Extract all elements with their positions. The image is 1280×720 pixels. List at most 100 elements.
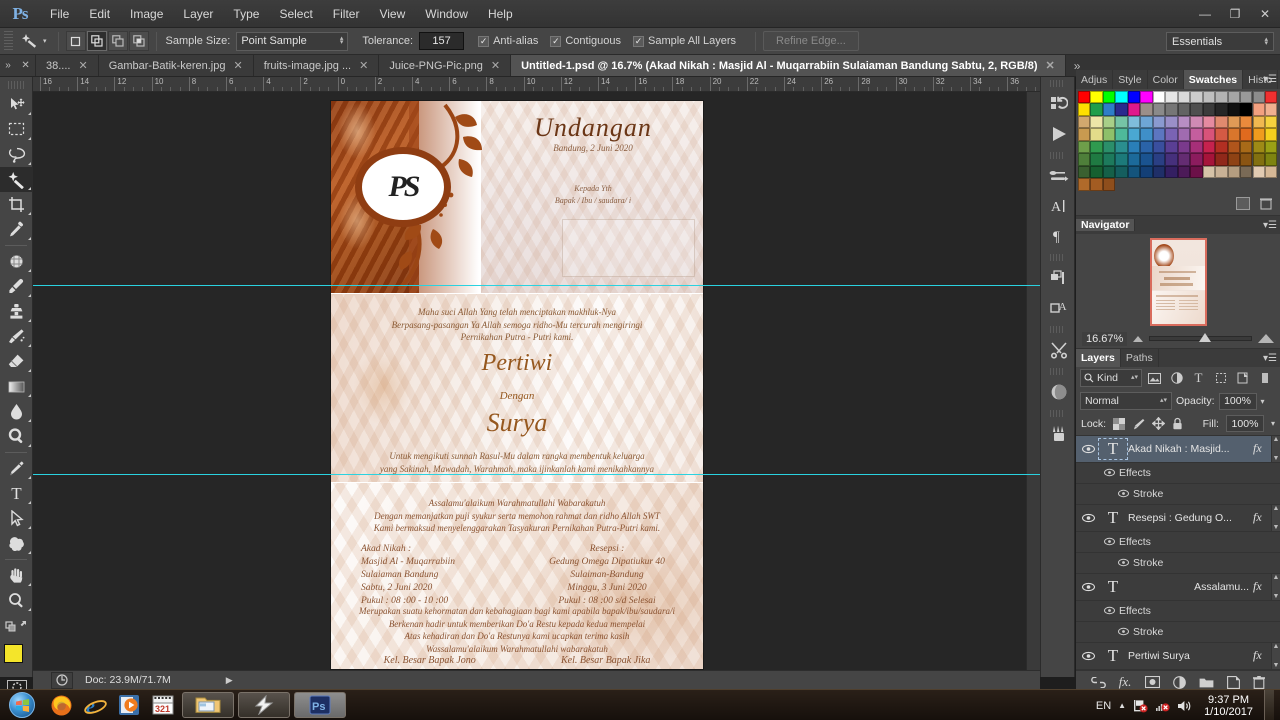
color-swatch[interactable]	[1165, 153, 1178, 166]
navigator-preview[interactable]	[1076, 233, 1280, 330]
layer-name[interactable]: Resepsi : Gedung O...	[1128, 512, 1253, 524]
history-brush-tool[interactable]	[0, 324, 33, 349]
color-swatch[interactable]	[1190, 115, 1203, 129]
close-icon[interactable]: ✕	[1046, 59, 1055, 72]
clone-stamp-tool[interactable]	[0, 299, 33, 324]
add-layer-style-icon[interactable]: fx.	[1119, 674, 1132, 690]
document-tab-0[interactable]: 38.... ✕	[36, 55, 99, 76]
color-swatch[interactable]	[1090, 165, 1103, 179]
color-swatch[interactable]	[1115, 103, 1128, 116]
layer-scroll-indicator[interactable]: ▲ ▼	[1271, 642, 1280, 669]
dock-grip[interactable]	[1050, 152, 1065, 159]
document-tab-2[interactable]: fruits-image.jpg ... ✕	[253, 55, 380, 76]
lasso-tool[interactable]	[0, 142, 33, 167]
color-swatch[interactable]	[1078, 103, 1091, 116]
color-swatch[interactable]	[1190, 153, 1203, 166]
subtract-from-selection-button[interactable]	[107, 31, 128, 51]
color-swatch[interactable]	[1078, 115, 1091, 129]
refine-edge-button[interactable]: Refine Edge...	[763, 31, 859, 51]
color-swatch[interactable]	[1078, 178, 1091, 191]
color-swatch[interactable]	[1227, 140, 1240, 154]
layer-effect-stroke-1[interactable]: Stroke	[1076, 552, 1280, 574]
horizontal-ruler[interactable]: 16 14 12 10 8 6 4 2 0 2 4 6 8 10 12 14 16 18 20 22 24 26 28 30 3…	[33, 77, 1040, 92]
filter-smart-objects-icon[interactable]	[1233, 369, 1252, 387]
color-swatch[interactable]	[1152, 165, 1166, 179]
show-hidden-icons-button[interactable]: ▲	[1118, 701, 1126, 710]
color-swatch[interactable]	[1152, 153, 1166, 166]
move-tool[interactable]	[0, 92, 33, 117]
status-expand-icon[interactable]: ▶	[226, 675, 233, 686]
color-swatch[interactable]	[1252, 153, 1265, 166]
color-swatch[interactable]	[1190, 165, 1203, 179]
fill-input[interactable]: 100%	[1225, 415, 1264, 433]
contiguous-checkbox[interactable]: ✓ Contiguous	[550, 35, 621, 47]
color-swatch[interactable]	[1078, 140, 1091, 154]
speaker-icon[interactable]	[1177, 699, 1193, 713]
layer-visibility-icon[interactable]	[1079, 582, 1098, 592]
layer-row-1[interactable]: T Resepsi : Gedung O... fx ▲ ▼	[1076, 504, 1280, 532]
color-swatch[interactable]	[1240, 140, 1253, 154]
color-swatch[interactable]	[1102, 178, 1116, 191]
layer-visibility-icon[interactable]	[1079, 513, 1098, 523]
color-swatch[interactable]	[1240, 103, 1253, 116]
color-swatch[interactable]	[1265, 103, 1278, 116]
color-swatch[interactable]	[1177, 165, 1191, 179]
color-swatch[interactable]	[1215, 128, 1228, 141]
color-swatch[interactable]	[1202, 140, 1216, 154]
delete-swatch-icon[interactable]	[1260, 197, 1272, 210]
panel-menu-icon[interactable]: ▾☰	[1263, 74, 1277, 85]
color-swatch[interactable]	[1177, 153, 1191, 166]
layer-comps-icon[interactable]	[1041, 263, 1076, 293]
menu-layer[interactable]: Layer	[173, 0, 223, 28]
close-icon[interactable]: ✕	[78, 59, 87, 72]
brush-presets-icon[interactable]	[1041, 161, 1076, 191]
navigator-zoom-value[interactable]: 16.67%	[1082, 331, 1128, 346]
expand-icon[interactable]: »	[5, 60, 11, 71]
menu-window[interactable]: Window	[415, 0, 478, 28]
new-adjustment-layer-icon[interactable]	[1172, 675, 1186, 689]
tab-color[interactable]: Color	[1147, 70, 1184, 89]
layer-effects-badge[interactable]: fx	[1253, 648, 1271, 663]
actions-play-icon[interactable]	[1041, 119, 1076, 149]
tool-preset-arrow-icon[interactable]: ▾	[43, 37, 47, 45]
custom-shape-tool[interactable]	[0, 531, 33, 556]
color-swatch[interactable]	[1202, 103, 1216, 116]
layer-name[interactable]: Akad Nikah : Masjid...	[1128, 443, 1253, 455]
zoom-tool[interactable]	[0, 588, 33, 613]
color-swatch[interactable]	[1265, 128, 1278, 141]
menu-filter[interactable]: Filter	[323, 0, 370, 28]
color-swatch[interactable]	[1140, 153, 1153, 166]
color-swatch[interactable]	[1152, 91, 1166, 104]
color-swatch[interactable]	[1202, 165, 1216, 179]
internet-explorer-icon[interactable]: e	[78, 690, 112, 720]
tolerance-input[interactable]: 157	[419, 32, 465, 50]
minimize-button[interactable]: —	[1190, 0, 1220, 28]
color-swatch[interactable]	[1252, 140, 1265, 154]
layer-effects-badge[interactable]: fx	[1253, 441, 1271, 456]
media-player-icon[interactable]	[112, 690, 146, 720]
color-swatch[interactable]	[1190, 140, 1203, 154]
invitation-document[interactable]: PS Undangan Bandung, 2 Juni 2020 Kepada …	[331, 101, 703, 669]
menu-help[interactable]: Help	[478, 0, 523, 28]
lock-all-icon[interactable]	[1172, 417, 1183, 430]
lock-transparent-pixels-icon[interactable]	[1113, 417, 1126, 430]
color-swatch[interactable]	[1252, 165, 1265, 179]
new-layer-icon[interactable]	[1227, 675, 1241, 689]
color-swatch[interactable]	[1115, 115, 1128, 129]
color-swatch[interactable]	[1090, 153, 1103, 166]
panel-menu-icon[interactable]: ▾☰	[1263, 353, 1277, 364]
color-swatch[interactable]	[1102, 165, 1116, 179]
color-swatch[interactable]	[1227, 115, 1240, 129]
close-icon[interactable]: ✕	[359, 59, 368, 72]
color-swatch[interactable]	[1102, 91, 1116, 104]
zoom-slider-knob[interactable]	[1198, 333, 1211, 343]
hand-tool[interactable]	[0, 563, 33, 588]
layer-effects-group-2[interactable]: Effects	[1076, 600, 1280, 622]
close-icon[interactable]: ✕	[233, 59, 242, 72]
color-swatch[interactable]	[1115, 140, 1128, 154]
foreground-color-swatch[interactable]	[4, 644, 23, 663]
tab-navigator[interactable]: Navigator	[1076, 218, 1136, 231]
color-swatch[interactable]	[1227, 153, 1240, 166]
history-icon[interactable]	[1041, 89, 1076, 119]
color-swatch[interactable]	[1227, 165, 1240, 179]
